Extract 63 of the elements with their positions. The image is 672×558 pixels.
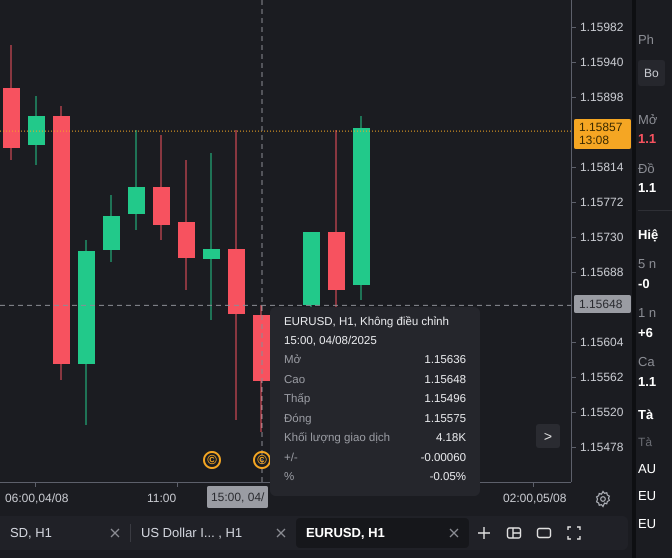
panel-item[interactable]: EU bbox=[638, 486, 672, 506]
time-label: 06:00,04/08 bbox=[5, 490, 68, 507]
tooltip-label: Cao bbox=[284, 372, 306, 388]
tooltip-value: -0.00060 bbox=[420, 450, 466, 466]
event-marker-icon[interactable]: © bbox=[203, 451, 221, 469]
panel-item[interactable]: EU bbox=[638, 514, 672, 533]
chart-tab[interactable]: EURUSD, H1 bbox=[296, 518, 469, 548]
crosshair-time-label: 15:00, 04/ bbox=[207, 486, 268, 508]
tooltip-label: Thấp bbox=[284, 392, 310, 407]
price-label: 1.15982 bbox=[580, 20, 624, 34]
tooltip-label: Đóng bbox=[284, 412, 312, 426]
price-label: 1.15520 bbox=[580, 404, 624, 419]
price-label: 1.15688 bbox=[580, 264, 624, 279]
price-label: 1.15730 bbox=[580, 230, 624, 244]
panel-label: Ca bbox=[638, 353, 656, 371]
tooltip-value: 1.15636 bbox=[424, 353, 466, 368]
tooltip-label: Mở bbox=[284, 353, 302, 368]
tooltip-label: Khối lượng giao dịch bbox=[284, 431, 390, 446]
panel-label: Mở bbox=[638, 110, 658, 128]
panel-label: Ph bbox=[638, 31, 655, 49]
chart-tab[interactable]: SD, H1 bbox=[0, 518, 130, 548]
panel-label: Đồ bbox=[638, 160, 656, 178]
candle bbox=[103, 194, 120, 262]
panel-heading: Hiệ bbox=[638, 226, 660, 244]
tooltip-value: -0.05% bbox=[430, 470, 466, 485]
chart-tab[interactable]: US Dollar I... , H1 bbox=[131, 518, 296, 548]
price-text: 1.15857 bbox=[579, 121, 624, 134]
tooltip-value: 4.18K bbox=[436, 431, 466, 446]
tooltip-value: 1.15575 bbox=[424, 412, 466, 426]
settings-icon[interactable] bbox=[594, 489, 612, 508]
panel-item[interactable]: AU bbox=[638, 458, 672, 478]
time-label: 02:00,05/08 bbox=[503, 490, 566, 507]
tooltip-time: 15:00, 04/08/2025 bbox=[284, 334, 378, 349]
panel-value: 1.1 bbox=[638, 179, 658, 197]
panel-subheading: Tà bbox=[638, 434, 654, 450]
price-label: 1.15772 bbox=[580, 194, 624, 209]
price-label: 1.15940 bbox=[580, 54, 624, 69]
panel-button[interactable]: Bo bbox=[638, 60, 665, 86]
close-icon[interactable] bbox=[276, 528, 286, 538]
tooltip-title: EURUSD, H1, Không điều chỉnh bbox=[284, 315, 450, 330]
candle bbox=[28, 96, 45, 166]
price-label: 1.15604 bbox=[580, 334, 624, 349]
panel-value: 1.1 bbox=[638, 372, 658, 390]
close-icon[interactable] bbox=[110, 528, 120, 538]
panel-value: +6 bbox=[638, 324, 654, 342]
tooltip-label: +/- bbox=[284, 450, 298, 466]
countdown-text: 13:08 bbox=[579, 134, 610, 148]
panel-heading: Tà bbox=[638, 406, 654, 424]
panel-value: 1.1 bbox=[638, 130, 658, 148]
panel-value: -0 bbox=[638, 274, 651, 292]
price-label: 1.15478 bbox=[580, 440, 624, 454]
price-label: 1.15814 bbox=[580, 160, 624, 174]
price-label: 1.15562 bbox=[580, 370, 624, 384]
scroll-right-button[interactable]: > bbox=[536, 424, 560, 448]
tooltip-value: 1.15648 bbox=[424, 372, 466, 388]
tooltip-label: % bbox=[284, 470, 294, 485]
panel-label: 5 n bbox=[638, 255, 658, 273]
tooltip-value: 1.15496 bbox=[424, 392, 466, 407]
close-icon[interactable] bbox=[449, 528, 459, 538]
panel-label: 1 n bbox=[638, 304, 658, 322]
price-label: 1.15898 bbox=[580, 90, 624, 104]
time-label: 11:00 bbox=[147, 490, 176, 507]
crosshair-price-label: 1.15648 bbox=[574, 295, 631, 314]
